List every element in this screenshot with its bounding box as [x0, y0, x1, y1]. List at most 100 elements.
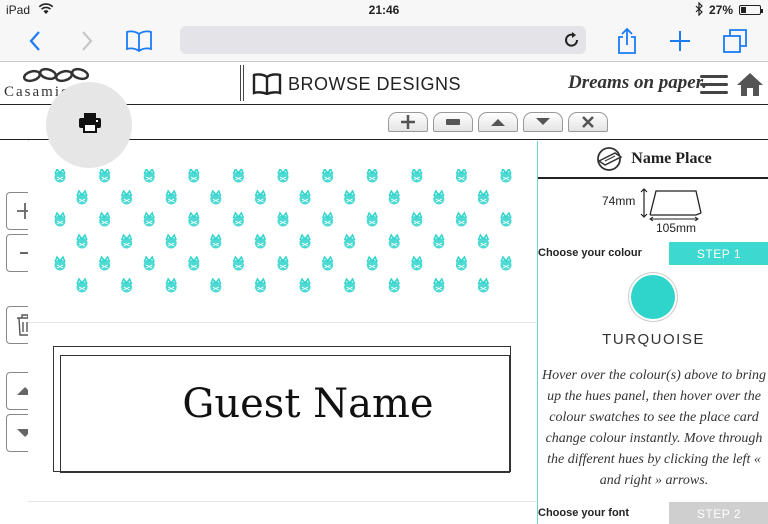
thistle-motif [366, 211, 378, 227]
design-canvas[interactable]: Guest Name [28, 141, 536, 524]
thistle-motif [433, 277, 445, 293]
print-icon[interactable] [78, 112, 102, 139]
new-tab-button[interactable] [665, 26, 695, 56]
header-divider [243, 65, 244, 101]
thistle-motif [277, 169, 289, 183]
thistle-motif [54, 211, 66, 227]
remove-element-button[interactable] [433, 112, 473, 132]
tabs-button[interactable] [720, 26, 750, 56]
thistle-motif [366, 255, 378, 271]
thistle-motif [477, 233, 490, 249]
plus-icon [670, 31, 690, 51]
thistle-motif [120, 233, 133, 249]
panel-title: Name Place [631, 150, 712, 167]
thistle-motif [232, 169, 245, 183]
step2-row[interactable]: Choose your font STEP 2 [538, 502, 768, 524]
forward-button[interactable] [72, 26, 102, 56]
thistle-motif [321, 169, 334, 183]
tagline: Dreams on paper. [568, 72, 707, 93]
browse-designs-label: BROWSE DESIGNS [288, 73, 462, 94]
thistle-motif [76, 189, 88, 205]
thistle-motif [188, 169, 200, 183]
thistle-motif [411, 211, 423, 227]
battery-fill [741, 7, 747, 13]
thistle-motif [343, 189, 356, 205]
share-button[interactable] [612, 26, 642, 56]
bluetooth-icon [694, 1, 704, 19]
colour-instructions: Hover over the colour(s) above to bring … [542, 368, 766, 488]
thistle-motif [388, 277, 400, 293]
thistle-motif [299, 189, 311, 205]
thistle-motif [388, 233, 400, 249]
options-panel: Name Place 74mm 105mm Choose your colour… [537, 141, 768, 524]
share-icon [618, 27, 636, 54]
tabs-icon [723, 29, 747, 53]
thistle-motif [143, 169, 155, 183]
thistle-motif [277, 211, 289, 227]
thistle-motif [232, 255, 245, 271]
thistle-motif [343, 277, 356, 293]
thistle-motif [120, 189, 133, 205]
thistle-motif [500, 255, 512, 271]
thistle-motif [165, 277, 177, 293]
thistle-motif [477, 277, 490, 293]
move-up-button[interactable] [478, 112, 518, 132]
thistle-motif [388, 189, 400, 205]
tent-card-icon [640, 188, 702, 221]
add-element-button[interactable] [388, 112, 428, 132]
browser-toolbar [0, 20, 768, 62]
home-icon[interactable] [736, 71, 764, 102]
thistle-motif [165, 233, 177, 249]
thistle-motif [500, 169, 512, 183]
colour-name: TURQUOISE [602, 331, 705, 348]
close-icon [582, 116, 594, 128]
step1-row[interactable]: Choose your colour STEP 1 [538, 242, 768, 265]
reload-icon[interactable] [564, 31, 580, 54]
card-dimensions: 74mm 105mm [538, 181, 768, 239]
chevron-right-icon [82, 31, 93, 51]
address-bar[interactable] [180, 26, 586, 54]
close-element-button[interactable] [568, 112, 608, 132]
step2-tab[interactable]: STEP 2 [669, 502, 768, 524]
header-divider [240, 65, 241, 101]
bookmarks-button[interactable] [124, 26, 154, 56]
thistle-motif [433, 233, 445, 249]
open-book-icon [252, 73, 282, 95]
thistle-motif [254, 233, 267, 249]
width-dimension: 105mm [656, 221, 697, 235]
fold-line [28, 322, 536, 323]
browse-designs-link[interactable]: BROWSE DESIGNS [252, 71, 461, 97]
thistle-motif [188, 211, 200, 227]
thistle-motif [433, 189, 445, 205]
panel-header: Name Place [538, 141, 768, 179]
thistle-motif [455, 169, 468, 183]
back-button[interactable] [20, 26, 50, 56]
chain-logo-icon [22, 67, 90, 83]
thistle-motif [411, 255, 423, 271]
thistle-motif [254, 277, 267, 293]
thistle-motif [165, 189, 177, 205]
name-place-icon [597, 147, 623, 171]
step1-tab[interactable]: STEP 1 [669, 242, 768, 265]
thistle-motif [143, 255, 155, 271]
triangle-down-icon [536, 118, 550, 125]
thistle-motif [455, 211, 468, 227]
thistle-pattern [54, 169, 512, 293]
battery-percent: 27% [709, 3, 734, 17]
book-icon [126, 30, 152, 52]
thistle-motif [98, 255, 111, 271]
colour-swatch[interactable] [631, 275, 675, 319]
step2-label: Choose your font [538, 507, 630, 519]
menu-icon[interactable] [700, 75, 728, 95]
thistle-motif [366, 169, 378, 183]
thistle-motif [477, 189, 490, 205]
thistle-motif [254, 189, 267, 205]
thistle-motif [321, 255, 334, 271]
thistle-motif [120, 277, 133, 293]
thistle-motif [500, 211, 512, 227]
thistle-motif [299, 233, 311, 249]
move-down-button[interactable] [523, 112, 563, 132]
guest-name-text[interactable]: Guest Name [53, 381, 563, 427]
thistle-motif [210, 189, 222, 205]
thistle-motif [411, 169, 423, 183]
